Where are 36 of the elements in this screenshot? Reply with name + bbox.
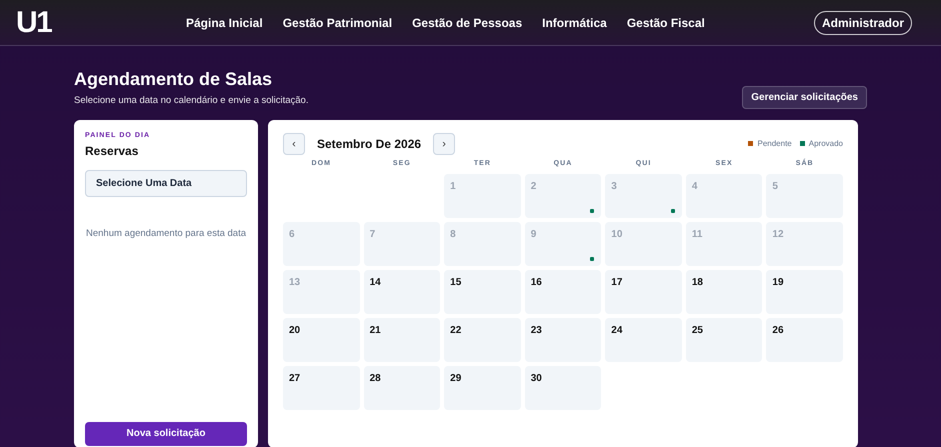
day-cell[interactable]: 17	[605, 270, 682, 314]
day-cell[interactable]: 15	[444, 270, 521, 314]
page-title: Agendamento de Salas	[74, 68, 274, 90]
nav-link[interactable]: Gestão de Pessoas	[412, 14, 522, 32]
day-cell[interactable]: 24	[605, 318, 682, 362]
date-field[interactable]: Selecione Uma Data	[85, 170, 247, 198]
panel-title: Reservas	[85, 143, 140, 160]
nav-link[interactable]: Página Inicial	[186, 14, 263, 32]
day-cell[interactable]: 20	[283, 318, 360, 362]
day-cell[interactable]: 14	[364, 270, 440, 314]
day-cell[interactable]: 25	[686, 318, 762, 362]
day-cell[interactable]: 29	[444, 366, 521, 410]
legend-label: Aprovado	[808, 138, 843, 150]
day-cell[interactable]: 19	[766, 270, 843, 314]
legend-label: Pendente	[757, 138, 792, 150]
day-cell[interactable]: 16	[524, 270, 602, 314]
empty-message: Nenhum agendamento para esta data	[85, 227, 247, 242]
new-request-button[interactable]: Nova solicitação	[85, 422, 247, 446]
user-button[interactable]: Administrador	[814, 10, 912, 34]
logo[interactable]: U1	[16, 8, 68, 38]
day-cell[interactable]: 26	[766, 318, 843, 362]
nav-link[interactable]: Gestão Patrimonial	[282, 14, 392, 32]
previous-month-button[interactable]: ‹	[283, 132, 305, 155]
page-subtitle: Selecione uma data no calendário e envie a solicitação.	[74, 94, 308, 108]
day-cell[interactable]: 23	[524, 318, 602, 362]
day-cell[interactable]: 28	[364, 366, 440, 410]
day-cell[interactable]: 21	[364, 318, 440, 362]
day-cell[interactable]: 30	[524, 366, 602, 410]
nav-link[interactable]: Gestão Fiscal	[626, 14, 705, 32]
next-month-button[interactable]: ›	[433, 132, 456, 155]
month-title: Setembro De 2026	[317, 136, 422, 153]
day-cell[interactable]: 18	[686, 270, 762, 314]
day-cell[interactable]: 27	[283, 366, 360, 410]
nav-link[interactable]: Informática	[542, 14, 607, 32]
manage-requests-button[interactable]: Gerenciar solicitações	[742, 86, 867, 109]
day-cell[interactable]: 22	[444, 318, 521, 362]
